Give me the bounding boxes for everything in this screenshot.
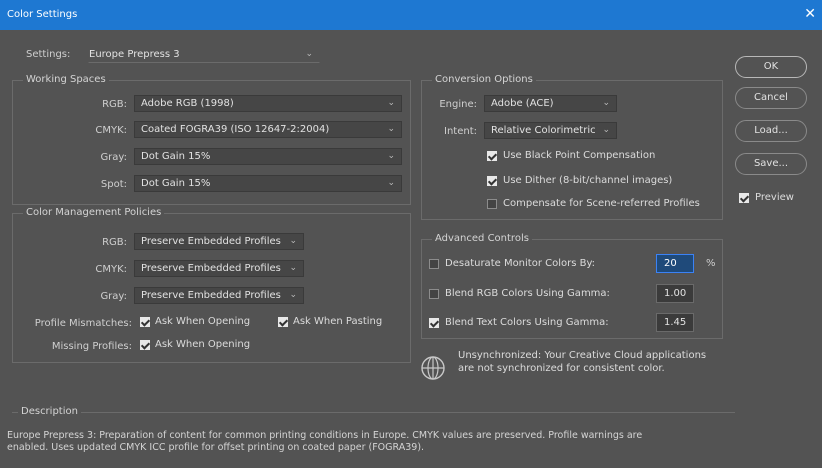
policy-rgb-value: Preserve Embedded Profiles <box>141 236 281 247</box>
description-text: Europe Prepress 3: Preparation of conten… <box>7 430 812 454</box>
missing-ask-when-opening-label: Ask When Opening <box>155 339 251 350</box>
sync-globe-icon <box>419 354 447 382</box>
chevron-down-icon: ⌄ <box>387 151 395 161</box>
description-line-2: enabled. Uses updated CMYK ICC profile f… <box>7 442 425 453</box>
engine-select[interactable]: Adobe (ACE) ⌄ <box>484 95 617 112</box>
scene-referred-checkbox[interactable] <box>487 199 497 209</box>
description-line-1: Europe Prepress 3: Preparation of conten… <box>7 430 643 441</box>
ok-button[interactable]: OK <box>735 56 807 78</box>
desaturate-input[interactable]: 20 <box>656 254 694 273</box>
chevron-down-icon: ⌄ <box>602 98 610 108</box>
ask-when-opening-label: Ask When Opening <box>155 316 251 327</box>
working-spaces-legend: Working Spaces <box>23 74 109 85</box>
settings-value: Europe Prepress 3 <box>89 49 180 60</box>
ws-gray-value: Dot Gain 15% <box>141 151 211 162</box>
close-icon[interactable]: ✕ <box>804 6 816 22</box>
engine-value: Adobe (ACE) <box>491 98 554 109</box>
preview-checkbox[interactable] <box>739 193 749 203</box>
desaturate-checkbox[interactable] <box>429 259 439 269</box>
chevron-down-icon: ⌄ <box>387 98 395 108</box>
policies-legend: Color Management Policies <box>23 207 165 218</box>
blend-rgb-label: Blend RGB Colors Using Gamma: <box>445 288 610 299</box>
cancel-button[interactable]: Cancel <box>735 87 807 109</box>
chevron-down-icon: ⌄ <box>387 178 395 188</box>
policy-gray-label: Gray: <box>100 291 127 302</box>
ws-cmyk-label: CMYK: <box>95 125 127 136</box>
ask-when-opening-checkbox[interactable] <box>140 317 150 327</box>
missing-ask-when-opening-checkbox[interactable] <box>140 340 150 350</box>
blend-text-input[interactable]: 1.45 <box>656 313 694 332</box>
blend-rgb-checkbox[interactable] <box>429 289 439 299</box>
chevron-down-icon: ⌄ <box>289 263 297 273</box>
chevron-down-icon: ⌄ <box>289 290 297 300</box>
policy-cmyk-label: CMYK: <box>95 264 127 275</box>
chevron-down-icon: ⌄ <box>289 236 297 246</box>
ws-spot-label: Spot: <box>100 179 127 190</box>
ws-rgb-label: RGB: <box>102 99 127 110</box>
black-point-checkbox[interactable] <box>487 151 497 161</box>
blend-rgb-input[interactable]: 1.00 <box>656 284 694 303</box>
load-button[interactable]: Load... <box>735 120 807 142</box>
chevron-down-icon: ⌄ <box>602 125 610 135</box>
intent-select[interactable]: Relative Colorimetric ⌄ <box>484 122 617 139</box>
preview-label: Preview <box>755 192 794 203</box>
title-bar: Color Settings ✕ <box>0 0 822 30</box>
ws-gray-label: Gray: <box>100 152 127 163</box>
scene-referred-label: Compensate for Scene-referred Profiles <box>503 198 700 209</box>
policy-rgb-label: RGB: <box>102 237 127 248</box>
percent-label: % <box>706 258 716 269</box>
blend-text-checkbox[interactable] <box>429 318 439 328</box>
sync-line-1: Unsynchronized: Your Creative Cloud appl… <box>458 350 707 361</box>
save-button[interactable]: Save... <box>735 153 807 175</box>
ws-rgb-value: Adobe RGB (1998) <box>141 98 234 109</box>
engine-label: Engine: <box>439 99 477 110</box>
policy-cmyk-select[interactable]: Preserve Embedded Profiles ⌄ <box>134 260 304 277</box>
ws-gray-select[interactable]: Dot Gain 15% ⌄ <box>134 148 402 165</box>
conversion-legend: Conversion Options <box>432 74 536 85</box>
blend-text-label: Blend Text Colors Using Gamma: <box>445 317 609 328</box>
chevron-down-icon: ⌄ <box>387 124 395 134</box>
description-legend: Description <box>18 406 81 417</box>
sync-line-2: are not synchronized for consistent colo… <box>458 363 665 374</box>
intent-value: Relative Colorimetric <box>491 125 596 136</box>
desaturate-label: Desaturate Monitor Colors By: <box>445 258 596 269</box>
ws-spot-value: Dot Gain 15% <box>141 178 211 189</box>
advanced-legend: Advanced Controls <box>432 233 532 244</box>
missing-profiles-label: Missing Profiles: <box>51 341 132 352</box>
policy-cmyk-value: Preserve Embedded Profiles <box>141 263 281 274</box>
dither-checkbox[interactable] <box>487 176 497 186</box>
dither-label: Use Dither (8-bit/channel images) <box>503 175 673 186</box>
ask-when-pasting-label: Ask When Pasting <box>293 316 383 327</box>
settings-select[interactable]: Europe Prepress 3 ⌄ <box>88 46 320 63</box>
chevron-down-icon: ⌄ <box>305 49 313 59</box>
ask-when-pasting-checkbox[interactable] <box>278 317 288 327</box>
profile-mismatches-label: Profile Mismatches: <box>34 318 132 329</box>
intent-label: Intent: <box>444 126 477 137</box>
ws-rgb-select[interactable]: Adobe RGB (1998) ⌄ <box>134 95 402 112</box>
ws-cmyk-value: Coated FOGRA39 (ISO 12647-2:2004) <box>141 124 330 135</box>
policy-rgb-select[interactable]: Preserve Embedded Profiles ⌄ <box>134 233 304 250</box>
window-title: Color Settings <box>7 9 78 20</box>
policy-gray-value: Preserve Embedded Profiles <box>141 290 281 301</box>
policy-gray-select[interactable]: Preserve Embedded Profiles ⌄ <box>134 287 304 304</box>
black-point-label: Use Black Point Compensation <box>503 150 656 161</box>
ws-cmyk-select[interactable]: Coated FOGRA39 (ISO 12647-2:2004) ⌄ <box>134 121 402 138</box>
settings-label: Settings: <box>26 49 71 60</box>
ws-spot-select[interactable]: Dot Gain 15% ⌄ <box>134 175 402 192</box>
